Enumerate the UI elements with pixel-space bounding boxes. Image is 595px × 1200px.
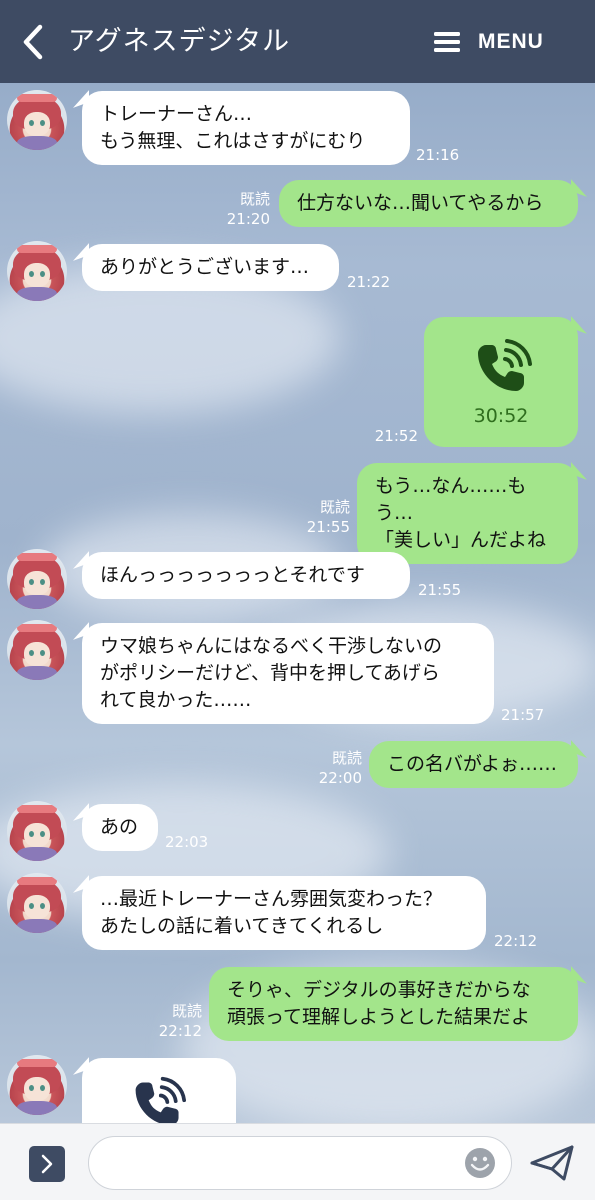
menu-label: MENU [478, 30, 544, 53]
chat-title: アグネスデジタル [68, 26, 291, 57]
avatar[interactable] [7, 241, 67, 301]
message-time: 21:52 [374, 427, 418, 445]
message-list: トレーナーさん… もう無理、これはさすがにむり 21:16 既読 21:20 仕… [0, 83, 595, 1168]
read-receipt: 既読 [171, 1002, 202, 1020]
avatar[interactable] [7, 549, 67, 609]
message-time: 21:55 [306, 518, 350, 536]
phone-call-icon [478, 339, 532, 391]
message-time: 21:57 [501, 706, 545, 724]
message-time: 22:12 [494, 932, 538, 950]
message-bubble-incoming[interactable]: トレーナーさん… もう無理、これはさすがにむり [82, 91, 410, 165]
chat-header: アグネスデジタル MENU [0, 0, 595, 83]
chevron-left-icon [23, 24, 43, 60]
avatar[interactable] [7, 1055, 67, 1115]
chevron-right-icon [41, 1154, 53, 1174]
message-bubble-outgoing[interactable]: もう…なん……もう… 「美しい」んだよね [357, 463, 578, 564]
message-time: 22:03 [165, 833, 209, 851]
smiley-icon [465, 1148, 495, 1178]
message-bubble-incoming[interactable]: ありがとうございます… [82, 244, 339, 291]
call-duration: 30:52 [473, 405, 529, 427]
message-input[interactable] [88, 1136, 512, 1190]
avatar[interactable] [7, 620, 67, 680]
message-bubble-incoming[interactable]: あの [82, 804, 158, 851]
back-button[interactable] [18, 22, 48, 62]
expand-menu-button[interactable] [29, 1146, 65, 1182]
message-time: 21:55 [418, 581, 462, 599]
paper-plane-icon [530, 1145, 574, 1181]
avatar[interactable] [7, 801, 67, 861]
read-receipt: 既読 [239, 190, 270, 208]
read-receipt: 既読 [331, 749, 362, 767]
menu-button[interactable]: MENU [434, 24, 544, 60]
message-bubble-outgoing[interactable]: この名バがよぉ…… [369, 741, 578, 788]
message-time: 21:16 [416, 146, 460, 164]
hamburger-icon [434, 32, 460, 52]
avatar[interactable] [7, 90, 67, 150]
avatar[interactable] [7, 873, 67, 933]
message-bubble-incoming[interactable]: ウマ娘ちゃんにはなるべく干渉しないの がポリシーだけど、背中を押してあげら れて… [82, 623, 494, 724]
message-time: 22:12 [158, 1022, 202, 1040]
message-bubble-outgoing[interactable]: 仕方ないな…聞いてやるから [279, 180, 578, 227]
message-time: 21:22 [347, 273, 391, 291]
message-input-bar [0, 1123, 595, 1200]
message-bubble-incoming[interactable]: ほんっっっっっっっとそれです [82, 552, 410, 599]
emoji-button[interactable] [463, 1146, 497, 1180]
message-time: 21:20 [226, 210, 270, 228]
read-receipt: 既読 [319, 498, 350, 516]
message-time: 22:00 [318, 769, 362, 787]
message-bubble-outgoing[interactable]: そりゃ、デジタルの事好きだからな 頑張って理解しようとした結果だよ [209, 967, 578, 1041]
send-button[interactable] [530, 1143, 574, 1183]
call-bubble[interactable]: 30:52 [424, 317, 578, 447]
message-bubble-incoming[interactable]: …最近トレーナーさん雰囲気変わった？ あたしの話に着いてきてくれるし [82, 876, 486, 950]
